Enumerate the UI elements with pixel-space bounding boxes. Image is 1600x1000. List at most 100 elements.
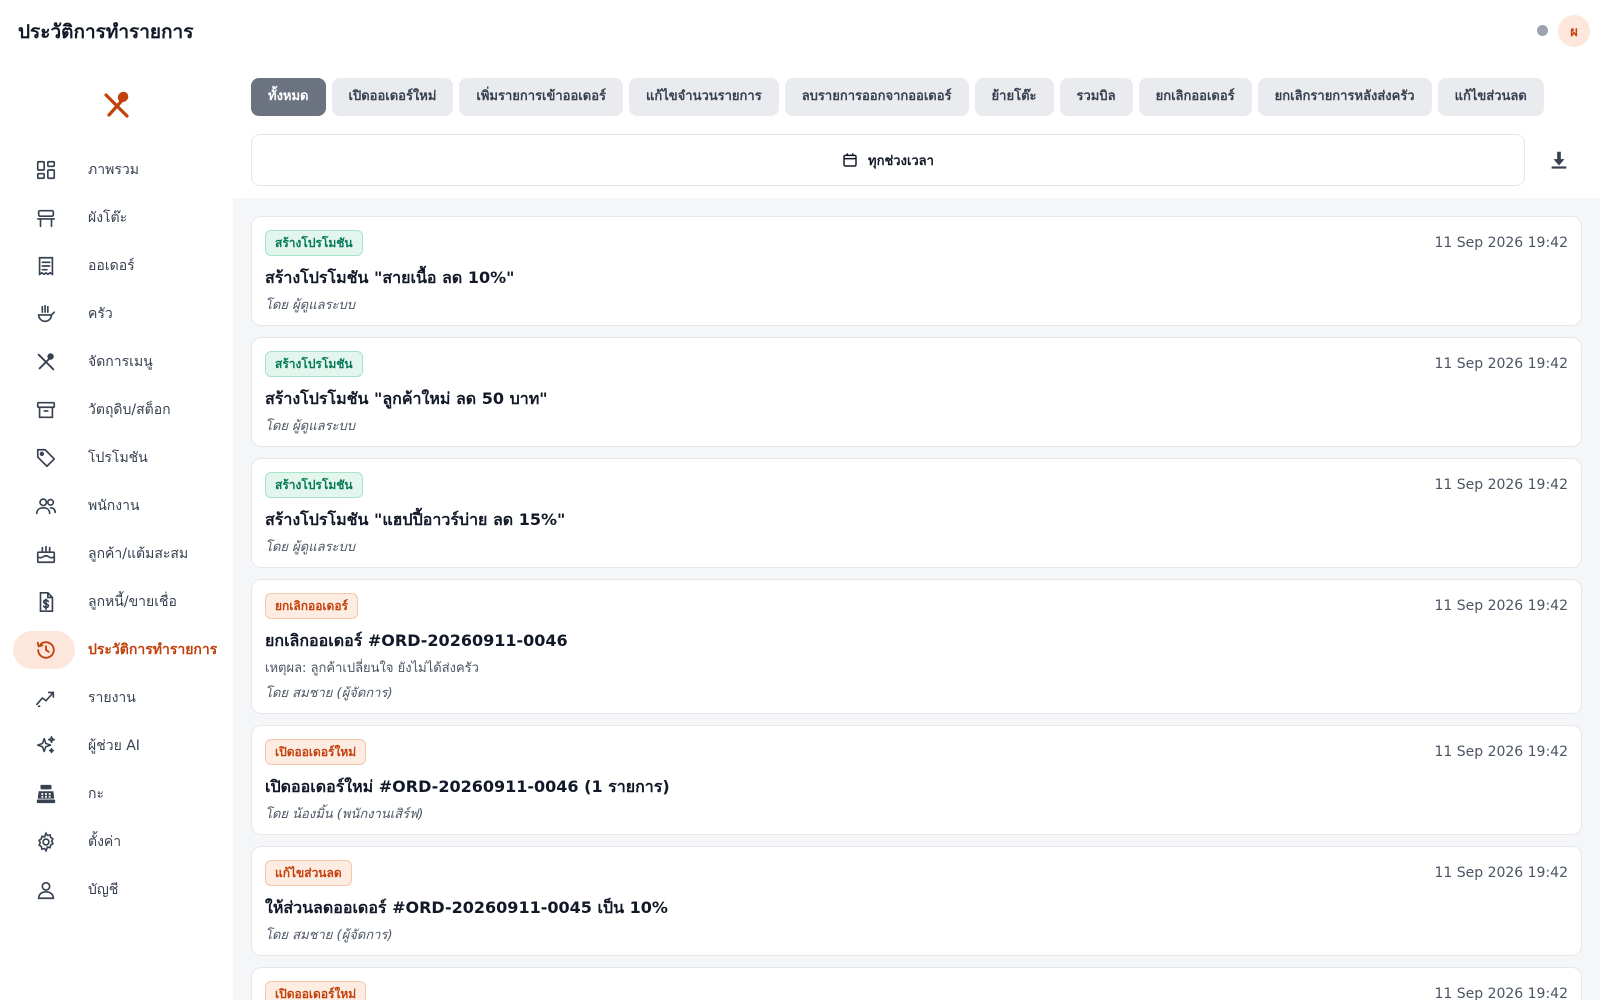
timestamp: 11 Sep 2026 19:42 bbox=[1434, 744, 1568, 760]
log-actor: โดย สมชาย (ผู้จัดการ) bbox=[265, 686, 393, 701]
receipt-icon bbox=[29, 249, 63, 283]
tab-move-table[interactable]: ย้ายโต๊ะ bbox=[974, 78, 1054, 116]
log-reason: เหตุผล: ลูกค้าเปลี่ยนใจ ยังไม่ได้ส่งครัว bbox=[265, 661, 479, 676]
sidebar: ภาพรวม ผังโต๊ะ ออเดอร์ ครัว จัดการเมนู ว… bbox=[0, 60, 233, 1000]
tag-icon bbox=[29, 441, 63, 475]
sidebar-item-receivables[interactable]: ลูกหนี้/ขายเชื่อ bbox=[13, 583, 221, 621]
avatar[interactable]: ผ bbox=[1558, 15, 1590, 47]
tab-add-items[interactable]: เพิ่มรายการเข้าออเดอร์ bbox=[459, 78, 623, 116]
table-icon bbox=[29, 201, 63, 235]
sidebar-item-settings[interactable]: ตั้งค่า bbox=[13, 823, 221, 861]
action-badge: ยกเลิกออเดอร์ bbox=[265, 593, 358, 619]
tab-remove-items[interactable]: ลบรายการออกจากออเดอร์ bbox=[784, 78, 969, 116]
tab-cancel-after-kitchen[interactable]: ยกเลิกรายการหลังส่งครัว bbox=[1257, 78, 1432, 116]
log-card[interactable]: สร้างโปรโมชัน 11 Sep 2026 19:42 สร้างโปร… bbox=[251, 458, 1582, 568]
log-actor: โดย ผู้ดูแลระบบ bbox=[265, 419, 356, 434]
filter-bar: ทั้งหมด เปิดออเดอร์ใหม่ เพิ่มรายการเข้าออเ… bbox=[233, 60, 1600, 198]
action-badge: สร้างโปรโมชัน bbox=[265, 351, 363, 377]
action-badge: สร้างโปรโมชัน bbox=[265, 230, 363, 256]
timestamp: 11 Sep 2026 19:42 bbox=[1434, 986, 1568, 1000]
log-title: ให้ส่วนลดออเดอร์ #ORD-20260911-0045 เป็น… bbox=[265, 898, 668, 917]
log-title: สร้างโปรโมชัน "แฮปปี้อาวร์บ่าย ลด 15%" bbox=[265, 510, 566, 529]
sidebar-item-account[interactable]: บัญชี bbox=[13, 871, 221, 909]
trend-icon bbox=[29, 681, 63, 715]
invoice-dollar-icon bbox=[29, 585, 63, 619]
sidebar-item-label: ลูกหนี้/ขายเชื่อ bbox=[88, 594, 177, 610]
download-icon[interactable] bbox=[1545, 146, 1573, 174]
log-title: สร้างโปรโมชัน "ลูกค้าใหม่ ลด 50 บาท" bbox=[265, 389, 548, 408]
sidebar-item-label: ภาพรวม bbox=[88, 162, 139, 178]
tab-all[interactable]: ทั้งหมด bbox=[251, 78, 326, 116]
tab-cancel-order[interactable]: ยกเลิกออเดอร์ bbox=[1138, 78, 1252, 116]
action-badge: สร้างโปรโมชัน bbox=[265, 472, 363, 498]
log-title: เปิดออเดอร์ใหม่ #ORD-20260911-0046 (1 รา… bbox=[265, 777, 670, 796]
people-icon bbox=[29, 489, 63, 523]
sidebar-item-label: บัญชี bbox=[88, 882, 119, 898]
calendar-icon bbox=[842, 152, 858, 168]
sidebar-item-customers[interactable]: ลูกค้า/แต้มสะสม bbox=[13, 535, 221, 573]
sidebar-item-reports[interactable]: รายงาน bbox=[13, 679, 221, 717]
sidebar-item-overview[interactable]: ภาพรวม bbox=[13, 151, 221, 189]
sidebar-item-shift[interactable]: กะ bbox=[13, 775, 221, 813]
action-badge: แก้ไขส่วนลด bbox=[265, 860, 352, 886]
timestamp: 11 Sep 2026 19:42 bbox=[1434, 477, 1568, 493]
cash-register-icon bbox=[29, 777, 63, 811]
sidebar-item-staff[interactable]: พนักงาน bbox=[13, 487, 221, 525]
tab-edit-discount[interactable]: แก้ไขส่วนลด bbox=[1437, 78, 1544, 116]
action-badge: เปิดออเดอร์ใหม่ bbox=[265, 981, 367, 1000]
fork-spoon-icon[interactable] bbox=[100, 88, 134, 122]
sidebar-item-label: ตั้งค่า bbox=[88, 834, 122, 850]
log-card[interactable]: สร้างโปรโมชัน 11 Sep 2026 19:42 สร้างโปร… bbox=[251, 216, 1582, 326]
timestamp: 11 Sep 2026 19:42 bbox=[1434, 235, 1568, 251]
utensils-icon bbox=[29, 345, 63, 379]
tabs-overflow-fade bbox=[1540, 78, 1600, 116]
sidebar-item-orders[interactable]: ออเดอร์ bbox=[13, 247, 221, 285]
sidebar-item-table-map[interactable]: ผังโต๊ะ bbox=[13, 199, 221, 237]
sidebar-item-label: ประวัติการทำรายการ bbox=[88, 642, 218, 658]
gear-icon bbox=[29, 825, 63, 859]
sidebar-item-label: โปรโมชัน bbox=[88, 450, 148, 466]
date-range-filter[interactable]: ทุกช่วงเวลา bbox=[251, 134, 1525, 186]
top-header: ประวัติการทำรายการ ผ bbox=[0, 0, 1600, 60]
timestamp: 11 Sep 2026 19:42 bbox=[1434, 598, 1568, 614]
log-card[interactable]: แก้ไขส่วนลด 11 Sep 2026 19:42 ให้ส่วนลดอ… bbox=[251, 846, 1582, 956]
sidebar-item-history[interactable]: ประวัติการทำรายการ bbox=[13, 631, 221, 669]
main-content: ทั้งหมด เปิดออเดอร์ใหม่ เพิ่มรายการเข้าออเ… bbox=[233, 60, 1600, 1000]
sidebar-item-label: ลูกค้า/แต้มสะสม bbox=[88, 546, 189, 562]
log-card[interactable]: สร้างโปรโมชัน 11 Sep 2026 19:42 สร้างโปร… bbox=[251, 337, 1582, 447]
timestamp: 11 Sep 2026 19:42 bbox=[1434, 865, 1568, 881]
date-range-label: ทุกช่วงเวลา bbox=[868, 153, 934, 169]
sidebar-item-label: รายงาน bbox=[88, 690, 136, 706]
sidebar-item-label: ผังโต๊ะ bbox=[88, 210, 128, 226]
cake-icon bbox=[29, 537, 63, 571]
sidebar-item-ai-assistant[interactable]: ผู้ช่วย AI bbox=[13, 727, 221, 765]
log-title: ยกเลิกออเดอร์ #ORD-20260911-0046 bbox=[265, 631, 568, 650]
sidebar-item-stock[interactable]: วัตถุดิบ/สต็อก bbox=[13, 391, 221, 429]
action-type-tabs: ทั้งหมด เปิดออเดอร์ใหม่ เพิ่มรายการเข้าออเ… bbox=[251, 78, 1600, 116]
kitchen-icon bbox=[29, 297, 63, 331]
sidebar-item-label: ผู้ช่วย AI bbox=[88, 738, 140, 754]
archive-icon bbox=[29, 393, 63, 427]
sidebar-item-label: ออเดอร์ bbox=[88, 258, 135, 274]
tab-merge-bill[interactable]: รวมบิล bbox=[1059, 78, 1133, 116]
sparkles-icon bbox=[29, 729, 63, 763]
tab-open-order[interactable]: เปิดออเดอร์ใหม่ bbox=[331, 78, 454, 116]
log-actor: โดย ผู้ดูแลระบบ bbox=[265, 540, 356, 555]
sidebar-item-promotions[interactable]: โปรโมชัน bbox=[13, 439, 221, 477]
log-actor: โดย สมชาย (ผู้จัดการ) bbox=[265, 928, 393, 943]
log-actor: โดย ผู้ดูแลระบบ bbox=[265, 298, 356, 313]
sidebar-item-menu[interactable]: จัดการเมนู bbox=[13, 343, 221, 381]
log-card[interactable]: เปิดออเดอร์ใหม่ 11 Sep 2026 19:42 เปิดออ… bbox=[251, 725, 1582, 835]
page-title: ประวัติการทำรายการ bbox=[18, 21, 194, 43]
sidebar-item-kitchen[interactable]: ครัว bbox=[13, 295, 221, 333]
action-badge: เปิดออเดอร์ใหม่ bbox=[265, 739, 367, 765]
log-card[interactable]: ยกเลิกออเดอร์ 11 Sep 2026 19:42 ยกเลิกออ… bbox=[251, 579, 1582, 714]
log-actor: โดย น้องมิ้น (พนักงานเสิร์ฟ) bbox=[265, 807, 424, 822]
log-card[interactable]: เปิดออเดอร์ใหม่ 11 Sep 2026 19:42 bbox=[251, 967, 1582, 1000]
tab-edit-quantity[interactable]: แก้ไขจำนวนรายการ bbox=[628, 78, 779, 116]
sidebar-item-label: กะ bbox=[88, 786, 104, 802]
sidebar-item-label: จัดการเมนู bbox=[88, 354, 153, 370]
timestamp: 11 Sep 2026 19:42 bbox=[1434, 356, 1568, 372]
sidebar-item-label: ครัว bbox=[88, 306, 113, 322]
status-indicator bbox=[1537, 25, 1548, 36]
